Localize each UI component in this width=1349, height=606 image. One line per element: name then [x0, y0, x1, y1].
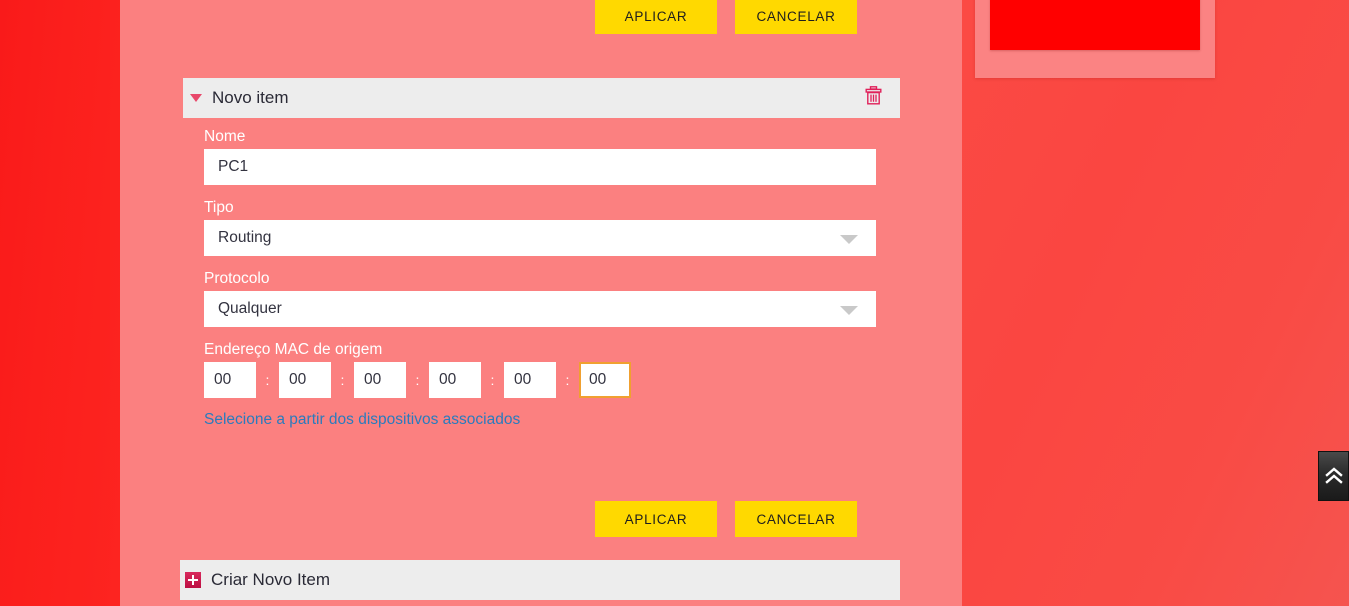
apply-button-top[interactable]: APLICAR	[595, 0, 717, 34]
top-action-buttons: APLICAR CANCELAR	[595, 0, 857, 34]
select-from-devices-link[interactable]: Selecione a partir dos dispositivos asso…	[204, 411, 520, 429]
right-background-area	[962, 0, 1349, 606]
name-input[interactable]	[204, 149, 876, 185]
mac-octet-3[interactable]	[354, 362, 406, 398]
mac-separator: :	[490, 372, 495, 388]
mac-octet-1[interactable]	[204, 362, 256, 398]
mac-field-group: Endereço MAC de origem ::::: Selecione a…	[204, 341, 876, 429]
mac-octet-2[interactable]	[279, 362, 331, 398]
protocol-field-group: Protocolo Qualquer	[204, 270, 876, 327]
double-chevron-up-icon	[1324, 465, 1344, 487]
chevron-down-icon-type[interactable]	[840, 235, 858, 244]
cancel-button-top[interactable]: CANCELAR	[735, 0, 857, 34]
bottom-action-buttons: APLICAR CANCELAR	[595, 501, 857, 537]
mac-octet-4[interactable]	[429, 362, 481, 398]
mac-separator: :	[265, 372, 270, 388]
mac-label: Endereço MAC de origem	[204, 341, 383, 358]
mac-octet-6[interactable]	[579, 362, 631, 398]
mac-octet-5[interactable]	[504, 362, 556, 398]
scroll-to-top-button[interactable]	[1318, 451, 1349, 501]
mac-separator: :	[565, 372, 570, 388]
mac-separator: :	[415, 372, 420, 388]
chevron-down-icon-protocol[interactable]	[840, 306, 858, 315]
novo-item-accordion-header[interactable]: Novo item	[180, 78, 900, 118]
protocol-label: Protocolo	[204, 270, 270, 287]
plus-square-icon[interactable]	[185, 572, 201, 588]
mac-separator: :	[340, 372, 345, 388]
protocol-select[interactable]: Qualquer	[204, 291, 876, 327]
novo-item-form: Nome Tipo Routing Protocolo Qualquer End…	[204, 128, 876, 443]
type-select[interactable]: Routing	[204, 220, 876, 256]
right-red-block	[990, 0, 1200, 50]
criar-novo-item-title: Criar Novo Item	[211, 570, 331, 589]
cancel-button-bottom[interactable]: CANCELAR	[735, 501, 857, 537]
trash-icon	[865, 86, 882, 110]
novo-item-title: Novo item	[212, 88, 289, 107]
criar-novo-item-header[interactable]: Criar Novo Item	[180, 560, 900, 600]
mac-address-row: :::::	[204, 362, 876, 398]
left-red-rail	[0, 0, 120, 606]
apply-button-bottom[interactable]: APLICAR	[595, 501, 717, 537]
name-field-group: Nome	[204, 128, 876, 185]
type-label: Tipo	[204, 199, 234, 216]
delete-item-button[interactable]	[865, 86, 882, 110]
triangle-down-icon[interactable]	[190, 94, 202, 102]
name-label: Nome	[204, 128, 246, 145]
type-field-group: Tipo Routing	[204, 199, 876, 256]
